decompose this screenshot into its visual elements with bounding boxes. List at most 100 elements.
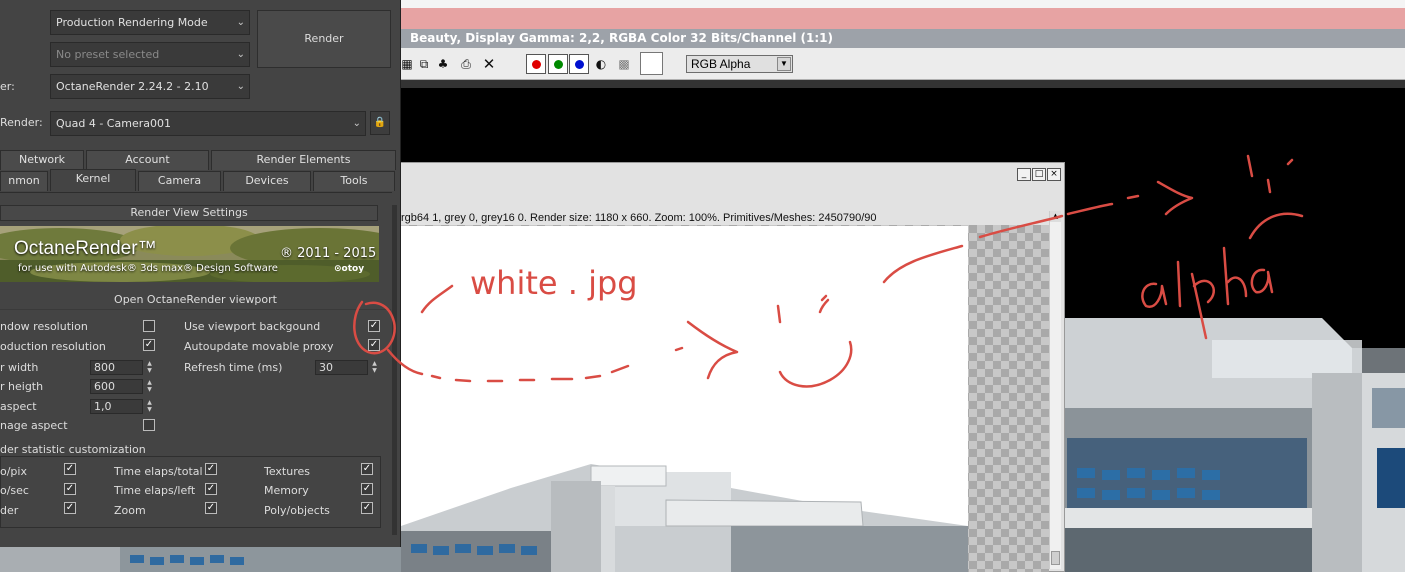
scene-render-right	[1062, 318, 1405, 572]
view-label: Render:	[0, 116, 43, 129]
frame-buffer-topbar	[400, 0, 1405, 29]
autoupdate-proxy-checkbox[interactable]: ✓	[368, 339, 380, 351]
chevron-down-icon: ⌄	[352, 118, 361, 129]
minimize-button[interactable]: _	[1017, 168, 1031, 181]
refresh-time-spinner[interactable]: 30 ▲ ▼	[315, 360, 377, 375]
preset-select[interactable]: No preset selected ⌄	[50, 42, 250, 67]
white-jpg-annotation: white . jpg	[470, 264, 638, 302]
spinner-arrows-icon[interactable]: ▲ ▼	[144, 379, 155, 394]
banner-years: ® 2011 - 2015	[280, 246, 377, 261]
width-value: 800	[94, 361, 115, 374]
height-spinner[interactable]: 600 ▲ ▼	[90, 379, 152, 394]
vertical-scrollbar[interactable]: ▲	[1049, 211, 1061, 569]
print-icon[interactable]: ⎙	[459, 57, 473, 71]
stat-label: Memory	[264, 484, 309, 497]
view-select-value: Quad 4 - Camera001	[56, 117, 171, 130]
spinner-arrows-icon[interactable]: ▲ ▼	[144, 360, 155, 375]
close-button[interactable]: ×	[1047, 168, 1061, 181]
aspect-spinner[interactable]: 1,0 ▲ ▼	[90, 399, 152, 414]
green-dot-icon	[554, 60, 563, 69]
use-viewport-background-checkbox[interactable]: ✓	[368, 320, 380, 332]
background-color-swatch[interactable]	[640, 52, 663, 75]
clone-icon[interactable]: ⧉	[417, 57, 431, 71]
maximize-button[interactable]: □	[1032, 168, 1046, 181]
mono-icon[interactable]: ◐	[594, 57, 608, 71]
scroll-up-icon[interactable]: ▲	[1050, 211, 1061, 222]
panel-scrollbar[interactable]	[392, 205, 397, 535]
image-aspect-checkbox[interactable]	[143, 419, 155, 431]
green-channel-button[interactable]	[548, 54, 568, 74]
stat-label: der	[0, 504, 19, 517]
tab-network[interactable]: Network	[0, 150, 84, 170]
open-viewport-button[interactable]: Open OctaneRender viewport	[0, 290, 391, 310]
stat-checkbox[interactable]: ✓	[361, 463, 373, 475]
tab-render-elements[interactable]: Render Elements	[211, 150, 396, 170]
stat-checkbox[interactable]: ✓	[361, 483, 373, 495]
image-aspect-label: nage aspect	[0, 419, 68, 432]
annotation-smile	[1248, 212, 1304, 240]
mode-select[interactable]: Production Rendering Mode ⌄	[50, 10, 250, 35]
autoupdate-proxy-label: Autoupdate movable proxy	[184, 340, 334, 353]
channel-select[interactable]: RGB Alpha ▼	[686, 55, 793, 73]
multi-icon[interactable]: ♣	[436, 57, 450, 71]
production-resolution-checkbox[interactable]: ✓	[143, 339, 155, 351]
stat-label: o/pix	[0, 465, 27, 478]
view-select[interactable]: Quad 4 - Camera001 ⌄	[50, 111, 366, 136]
window-resolution-label: ndow resolution	[0, 320, 88, 333]
stat-checkbox[interactable]: ✓	[64, 463, 76, 475]
checker-icon[interactable]: ▩	[617, 57, 631, 71]
stat-label: Textures	[264, 465, 310, 478]
frame-buffer-title: Beauty, Display Gamma: 2,2, RGBA Color 3…	[400, 29, 1405, 48]
refresh-time-label: Refresh time (ms)	[184, 361, 283, 374]
stat-checkbox[interactable]: ✓	[64, 502, 76, 514]
mode-select-value: Production Rendering Mode	[56, 16, 208, 29]
stat-label: o/sec	[0, 484, 29, 497]
frame-buffer-toolbar: ▦ ⧉ ♣ ⎙ ✕ ◐ ▩ RGB Alpha ▼	[400, 48, 1405, 80]
window-buttons: _ □ ×	[1016, 166, 1061, 181]
spinner-arrows-icon[interactable]: ▲ ▼	[369, 360, 380, 375]
scrollbar-thumb[interactable]	[1051, 551, 1060, 565]
scene-render-bottom	[0, 547, 401, 572]
render-view-settings-header[interactable]: Render View Settings	[0, 205, 378, 221]
tab-devices[interactable]: Devices	[223, 171, 311, 191]
use-viewport-background-label: Use viewport backgound	[184, 320, 321, 333]
refresh-time-value: 30	[319, 361, 333, 374]
spinner-arrows-icon[interactable]: ▲ ▼	[144, 399, 155, 414]
blue-dot-icon	[575, 60, 584, 69]
tab-tools[interactable]: Tools	[313, 171, 395, 191]
stat-label: Time elaps/left	[114, 484, 196, 497]
tab-kernel[interactable]: Kernel	[50, 169, 136, 191]
aspect-value: 1,0	[94, 400, 112, 413]
window-resolution-checkbox[interactable]	[143, 320, 155, 332]
stat-label: Zoom	[114, 504, 146, 517]
aspect-label: aspect	[0, 400, 37, 413]
renderer-select[interactable]: OctaneRender 2.24.2 - 2.10 ⌄	[50, 74, 250, 99]
otoy-logo: ⊙otoy	[334, 264, 365, 274]
stat-checkbox[interactable]: ✓	[361, 502, 373, 514]
chevron-down-icon[interactable]: ▼	[777, 57, 791, 71]
preset-select-value: No preset selected	[56, 48, 160, 61]
renderer-select-value: OctaneRender 2.24.2 - 2.10	[56, 80, 209, 93]
blue-channel-button[interactable]	[569, 54, 589, 74]
render-setup-panel: Production Rendering Mode ⌄ No preset sel…	[0, 0, 401, 547]
clear-icon[interactable]: ✕	[482, 57, 496, 72]
tab-account[interactable]: Account	[86, 150, 209, 170]
stat-checkbox[interactable]: ✓	[205, 502, 217, 514]
stat-checkbox[interactable]: ✓	[64, 483, 76, 495]
annotation-arrow	[1126, 180, 1194, 216]
octane-banner: OctaneRender™ for use with Autodesk® 3ds…	[0, 226, 379, 282]
red-channel-button[interactable]	[526, 54, 546, 74]
render-button[interactable]: Render	[257, 10, 391, 68]
render-window[interactable]: _ □ × rgb64 1, grey 0, grey16 0. Render si…	[400, 162, 1065, 572]
tab-camera[interactable]: Camera	[138, 171, 221, 191]
stat-checkbox[interactable]: ✓	[205, 463, 217, 475]
production-resolution-label: oduction resolution	[0, 340, 106, 353]
height-label: r heigth	[0, 380, 44, 393]
stat-checkbox[interactable]: ✓	[205, 483, 217, 495]
tab-common[interactable]: nmon	[0, 171, 48, 191]
statistic-group-title: der statistic customization	[0, 443, 150, 456]
copy-icon[interactable]: ▦	[400, 57, 414, 71]
width-spinner[interactable]: 800 ▲ ▼	[90, 360, 152, 375]
lock-icon[interactable]: 🔒	[370, 111, 390, 135]
banner-title: OctaneRender™	[14, 238, 157, 259]
